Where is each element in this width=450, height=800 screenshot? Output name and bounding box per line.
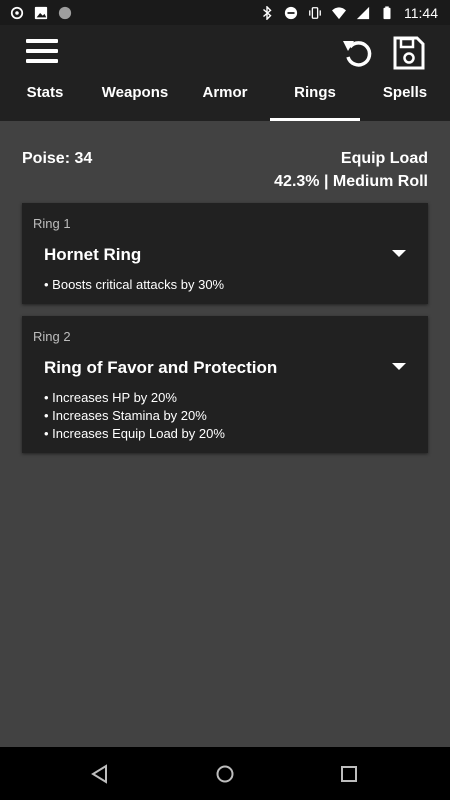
tab-armor[interactable]: Armor <box>180 80 270 121</box>
ring-effect: • Boosts critical attacks by 30% <box>44 277 225 292</box>
ring-effects: • Increases HP by 20% • Increases Stamin… <box>44 389 225 443</box>
ring-effect: • Increases Equip Load by 20% <box>44 426 225 441</box>
status-right-icons: 11:44 <box>260 5 450 21</box>
tab-label: Spells <box>382 84 428 101</box>
equip-load-title: Equip Load <box>340 150 428 167</box>
bluetooth-icon <box>263 5 272 20</box>
ring-select[interactable]: Ring of Favor and Protection <box>44 358 277 378</box>
poise-value: Poise: 34 <box>22 150 93 167</box>
tab-stats[interactable]: Stats <box>0 80 90 121</box>
save-icon[interactable] <box>392 35 426 71</box>
wifi-icon <box>332 6 346 19</box>
vibrate-icon <box>309 6 321 19</box>
home-icon[interactable] <box>214 763 236 785</box>
app-bar: Stats Weapons Armor Rings Spells <box>0 25 450 121</box>
status-time: 11:44 <box>404 4 438 21</box>
dropdown-arrow-icon[interactable] <box>392 363 406 370</box>
equip-load-value: 42.3% | Medium Roll <box>274 173 428 190</box>
sync-icon <box>10 6 24 19</box>
status-bar: 11:44 <box>0 0 450 25</box>
tab-rings[interactable]: Rings <box>270 80 360 121</box>
record-icon <box>58 6 72 19</box>
selected-tab-indicator <box>270 118 360 121</box>
tab-label: Weapons <box>101 84 169 101</box>
ring-effect: • Increases HP by 20% <box>44 390 177 405</box>
tab-bar: Stats Weapons Armor Rings Spells <box>0 80 450 121</box>
tab-label: Armor <box>202 84 248 101</box>
back-icon[interactable] <box>89 763 111 785</box>
signal-icon <box>356 6 370 19</box>
status-left-icons <box>0 6 72 20</box>
tab-spells[interactable]: Spells <box>360 80 450 121</box>
ring-card-2: Ring 2 Ring of Favor and Protection • In… <box>22 316 428 453</box>
ring-effect: • Increases Stamina by 20% <box>44 408 207 423</box>
recents-icon[interactable] <box>338 763 360 785</box>
image-icon <box>34 6 48 19</box>
battery-icon <box>383 5 391 19</box>
ring-slot-label: Ring 1 <box>33 216 71 231</box>
tab-label: Stats <box>26 84 64 101</box>
do-not-disturb-icon <box>284 6 298 19</box>
ring-card-1: Ring 1 Hornet Ring • Boosts critical att… <box>22 203 428 304</box>
ring-select[interactable]: Hornet Ring <box>44 245 141 265</box>
dropdown-arrow-icon[interactable] <box>392 250 406 257</box>
hamburger-menu-icon[interactable] <box>26 39 58 69</box>
navigation-bar <box>0 747 450 800</box>
ring-effects: • Boosts critical attacks by 30% <box>44 276 224 294</box>
reset-icon[interactable] <box>340 35 376 71</box>
tab-label: Rings <box>294 84 336 101</box>
tab-weapons[interactable]: Weapons <box>90 80 180 121</box>
ring-slot-label: Ring 2 <box>33 329 71 344</box>
